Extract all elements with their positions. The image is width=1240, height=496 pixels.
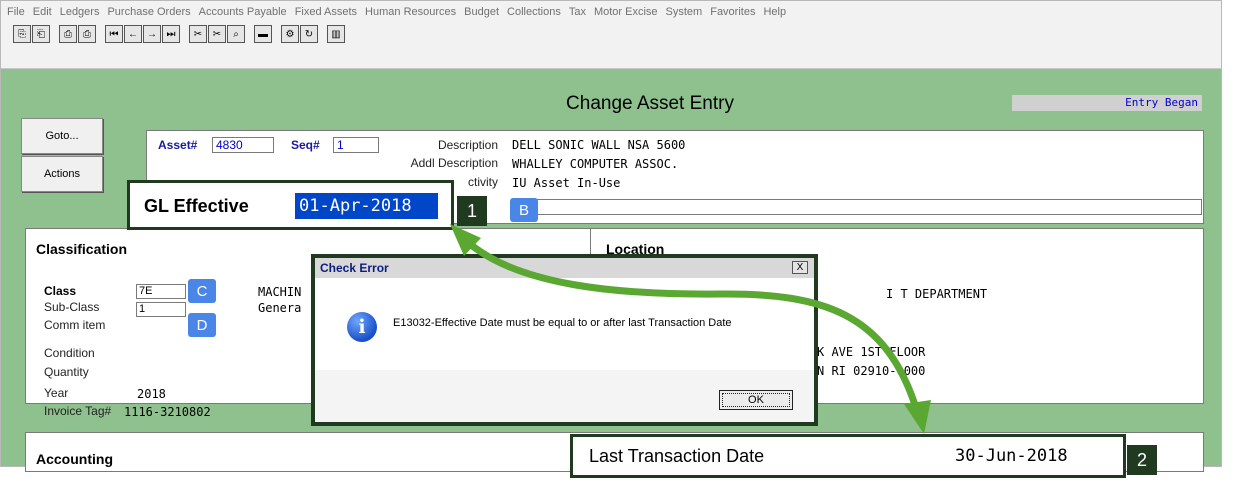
last-transaction-label: Last Transaction Date [589,446,765,466]
last-transaction-value: 30-Jun-2018 [955,446,1068,466]
annotation-arrow [450,224,931,434]
last-transaction-callout: Last Transaction Date 30-Jun-2018 [570,434,1126,478]
annotation-badge-2: 2 [1127,445,1157,475]
